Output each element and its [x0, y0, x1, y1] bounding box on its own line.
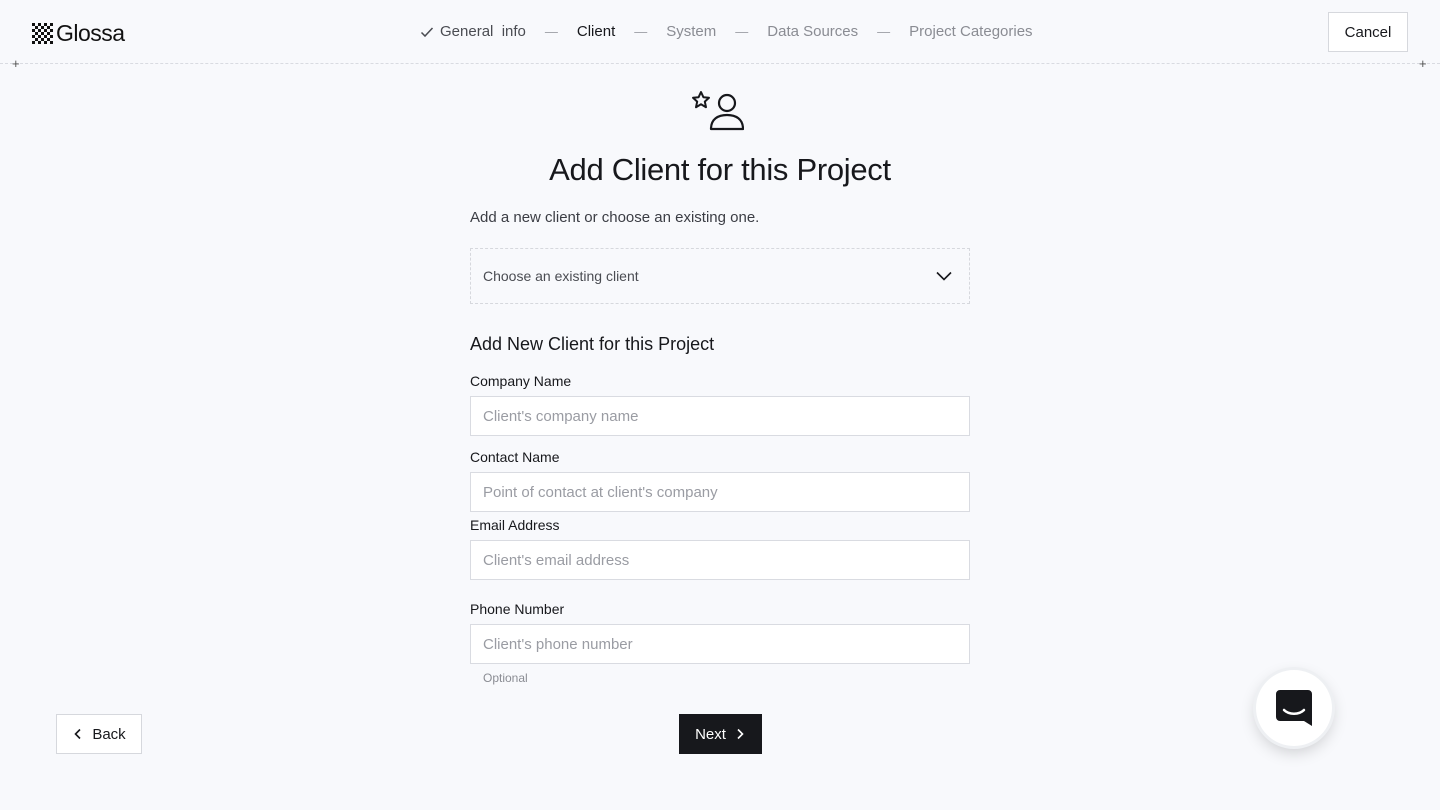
company-name-input[interactable]	[470, 396, 970, 436]
user-star-icon	[692, 91, 744, 131]
email-address-label: Email Address	[470, 517, 560, 533]
glossa-logo-icon	[32, 23, 53, 44]
phone-number-input[interactable]	[470, 624, 970, 664]
corner-plus-icon: +	[1419, 56, 1427, 71]
chat-launcher-button[interactable]	[1256, 670, 1332, 746]
existing-client-select[interactable]: Choose an existing client	[470, 248, 970, 304]
chevron-down-icon	[936, 271, 952, 281]
step-system[interactable]: System	[666, 23, 716, 40]
back-button[interactable]: Back	[56, 714, 142, 754]
check-icon	[420, 26, 434, 37]
phone-number-label: Phone Number	[470, 601, 565, 617]
step-separator: —	[544, 24, 558, 39]
step-general-info[interactable]: General info	[420, 23, 526, 40]
step-project-categories[interactable]: Project Categories	[909, 23, 1032, 40]
back-button-label: Back	[92, 725, 126, 743]
next-button[interactable]: Next	[679, 714, 762, 754]
step-label: General info	[440, 23, 526, 40]
step-separator: —	[735, 24, 749, 39]
step-label: Client	[576, 23, 616, 40]
page-subtitle: Add a new client or choose an existing o…	[470, 209, 760, 226]
step-label: System	[666, 23, 717, 40]
contact-name-label: Contact Name	[470, 449, 560, 465]
chat-icon	[1276, 690, 1312, 726]
step-label: Project Categories	[909, 23, 1033, 40]
step-separator: —	[634, 24, 648, 39]
logo[interactable]: Glossa	[32, 20, 125, 47]
chevron-left-icon	[74, 728, 81, 740]
top-bar: Glossa General info — Client — System — …	[0, 0, 1440, 64]
step-data-sources[interactable]: Data Sources	[767, 23, 858, 40]
company-name-label: Company Name	[470, 373, 572, 389]
page-title: Add Client for this Project	[549, 152, 891, 187]
section-title: Add New Client for this Project	[470, 334, 715, 354]
app-name: Glossa	[56, 20, 125, 46]
step-separator: —	[877, 24, 891, 39]
step-label: Data Sources	[767, 23, 859, 40]
cancel-button[interactable]: Cancel	[1328, 12, 1408, 52]
chevron-right-icon	[737, 728, 744, 740]
stepper: General info — Client — System — Data So…	[420, 23, 1033, 40]
email-address-input[interactable]	[470, 540, 970, 580]
contact-name-input[interactable]	[470, 472, 970, 512]
next-button-label: Next	[695, 725, 726, 743]
phone-optional-hint: Optional	[483, 671, 528, 685]
step-client[interactable]: Client	[577, 23, 615, 40]
corner-plus-icon: +	[12, 56, 20, 71]
select-placeholder: Choose an existing client	[483, 268, 639, 284]
